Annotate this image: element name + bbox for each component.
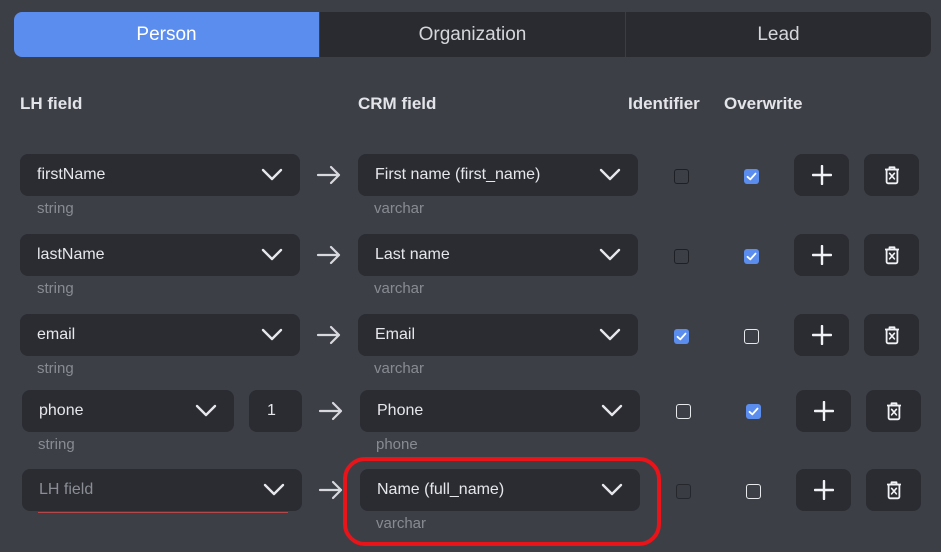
plus-icon: [811, 245, 832, 265]
trash-icon: [884, 246, 899, 265]
identifier-checkbox[interactable]: [676, 484, 691, 499]
identifier-checkbox[interactable]: [674, 169, 689, 184]
arrow-right-icon: [318, 480, 343, 500]
chevron-down-icon: [599, 168, 621, 181]
identifier-checkbox[interactable]: [674, 329, 689, 344]
overwrite-column-header: Overwrite: [724, 94, 803, 113]
identifier-checkbox[interactable]: [674, 249, 689, 264]
crm-field-select[interactable]: Phone: [360, 390, 640, 432]
entity-tabs: Person Organization Lead: [14, 12, 931, 57]
check-icon: [746, 252, 757, 261]
add-row-button[interactable]: [794, 154, 849, 196]
lh-field-type: string: [37, 280, 74, 297]
trash-icon: [884, 326, 899, 345]
chevron-down-icon: [195, 404, 217, 417]
lh-field-type: string: [37, 360, 74, 377]
trash-icon: [886, 402, 901, 421]
identifier-checkbox[interactable]: [676, 404, 691, 419]
chevron-down-icon: [263, 483, 285, 496]
overwrite-checkbox[interactable]: [746, 404, 761, 419]
crm-field-select[interactable]: First name (first_name): [358, 154, 638, 196]
delete-row-button[interactable]: [864, 314, 919, 356]
delete-row-button[interactable]: [866, 469, 921, 511]
chevron-down-icon: [261, 248, 283, 261]
chevron-down-icon: [261, 328, 283, 341]
add-row-button[interactable]: [796, 390, 851, 432]
chevron-down-icon: [599, 248, 621, 261]
overwrite-checkbox[interactable]: [744, 249, 759, 264]
plus-icon: [813, 401, 834, 421]
crm-field-column-header: CRM field: [358, 94, 437, 113]
crm-field-type: phone: [376, 436, 418, 453]
arrow-right-icon: [316, 325, 341, 345]
lh-field-select[interactable]: email: [20, 314, 300, 356]
trash-icon: [886, 481, 901, 500]
add-row-button[interactable]: [796, 469, 851, 511]
overwrite-checkbox[interactable]: [744, 329, 759, 344]
validation-error-underline: [38, 512, 288, 513]
delete-row-button[interactable]: [866, 390, 921, 432]
plus-icon: [811, 165, 832, 185]
crm-field-select[interactable]: Email: [358, 314, 638, 356]
lh-field-select[interactable]: phone: [22, 390, 234, 432]
arrow-right-icon: [318, 401, 343, 421]
arrow-right-icon: [316, 245, 341, 265]
overwrite-checkbox[interactable]: [744, 169, 759, 184]
tab-organization[interactable]: Organization: [319, 12, 625, 57]
delete-row-button[interactable]: [864, 154, 919, 196]
check-icon: [748, 407, 759, 416]
crm-field-type: varchar: [374, 360, 425, 377]
overwrite-checkbox[interactable]: [746, 484, 761, 499]
tab-person[interactable]: Person: [14, 12, 319, 57]
plus-icon: [813, 480, 834, 500]
add-row-button[interactable]: [794, 234, 849, 276]
crm-field-type: varchar: [374, 280, 425, 297]
chevron-down-icon: [601, 404, 623, 417]
trash-icon: [884, 166, 899, 185]
tab-lead[interactable]: Lead: [625, 12, 931, 57]
add-row-button[interactable]: [794, 314, 849, 356]
delete-row-button[interactable]: [864, 234, 919, 276]
check-icon: [746, 172, 757, 181]
lh-field-column-header: LH field: [20, 94, 83, 113]
plus-icon: [811, 325, 832, 345]
check-icon: [676, 332, 687, 341]
identifier-column-header: Identifier: [628, 94, 700, 113]
lh-field-type: string: [38, 436, 75, 453]
arrow-right-icon: [316, 165, 341, 185]
lh-field-select[interactable]: firstName: [20, 154, 300, 196]
crm-field-select[interactable]: Last name: [358, 234, 638, 276]
lh-field-select[interactable]: LH field: [22, 469, 302, 511]
lh-field-select[interactable]: lastName: [20, 234, 300, 276]
crm-field-type: varchar: [374, 200, 425, 217]
lh-field-index-input[interactable]: 1: [249, 390, 302, 432]
lh-field-type: string: [37, 200, 74, 217]
chevron-down-icon: [261, 168, 283, 181]
annotation-highlight: [343, 457, 661, 546]
chevron-down-icon: [599, 328, 621, 341]
